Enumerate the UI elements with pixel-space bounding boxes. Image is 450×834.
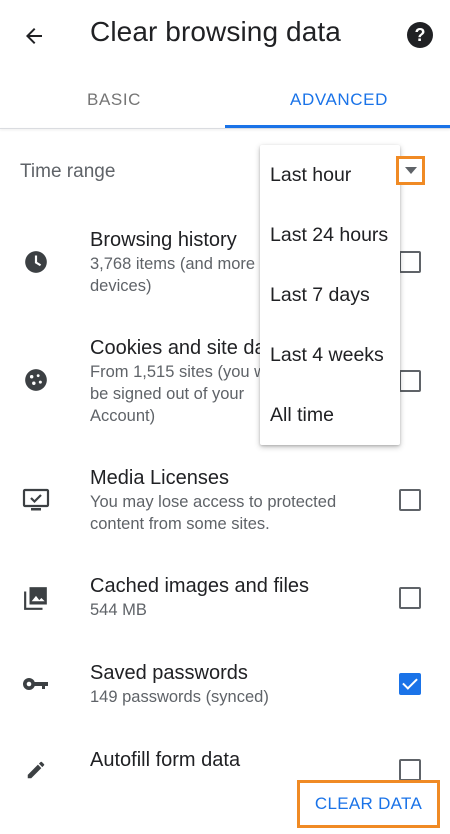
cached-images-checkbox[interactable] xyxy=(399,587,421,609)
media-license-icon xyxy=(20,484,52,516)
tab-divider xyxy=(0,128,450,129)
dropdown-option-last-7-days[interactable]: Last 7 days xyxy=(270,284,370,307)
browsing-history-subtitle: 3,768 items (and more devices) xyxy=(90,255,256,295)
pencil-icon xyxy=(20,754,52,786)
clock-icon xyxy=(20,246,52,278)
clear-data-button[interactable]: CLEAR DATA xyxy=(297,780,440,828)
cookie-icon xyxy=(20,364,52,396)
autofill-checkbox[interactable] xyxy=(399,759,421,781)
saved-passwords-checkbox[interactable] xyxy=(399,673,421,695)
time-range-dropdown-menu: Last hour Last 24 hours Last 7 days Last… xyxy=(260,145,400,445)
dropdown-option-last-24-hours[interactable]: Last 24 hours xyxy=(270,224,388,247)
saved-passwords-subtitle: 149 passwords (synced) xyxy=(90,688,269,706)
browsing-history-checkbox[interactable] xyxy=(399,251,421,273)
media-licenses-subtitle: You may lose access to protected content… xyxy=(90,493,337,533)
tab-advanced[interactable]: ADVANCED xyxy=(290,90,388,110)
page-title: Clear browsing data xyxy=(90,16,341,47)
time-range-dropdown-toggle[interactable] xyxy=(396,156,425,185)
cookies-subtitle: From 1,515 sites (you w be signed out of… xyxy=(90,363,267,425)
dropdown-option-last-hour[interactable]: Last hour xyxy=(270,164,351,187)
tab-basic[interactable]: BASIC xyxy=(87,90,141,110)
images-icon xyxy=(20,582,52,614)
back-button[interactable] xyxy=(16,18,52,54)
cookies-title: Cookies and site da xyxy=(90,337,266,359)
cached-images-title: Cached images and files xyxy=(90,575,310,597)
media-licenses-title: Media Licenses xyxy=(90,467,229,489)
dropdown-option-all-time[interactable]: All time xyxy=(270,404,334,427)
help-icon[interactable]: ? xyxy=(407,22,433,48)
autofill-title: Autofill form data xyxy=(90,749,241,771)
media-licenses-checkbox[interactable] xyxy=(399,489,421,511)
cookies-checkbox[interactable] xyxy=(399,370,421,392)
key-icon xyxy=(20,668,52,700)
browsing-history-title: Browsing history xyxy=(90,229,237,251)
cached-images-subtitle: 544 MB xyxy=(90,601,147,619)
arrow-left-icon xyxy=(26,28,42,44)
time-range-label: Time range xyxy=(20,161,116,182)
chevron-down-icon xyxy=(404,167,417,174)
saved-passwords-title: Saved passwords xyxy=(90,662,248,684)
dropdown-option-last-4-weeks[interactable]: Last 4 weeks xyxy=(270,344,384,367)
